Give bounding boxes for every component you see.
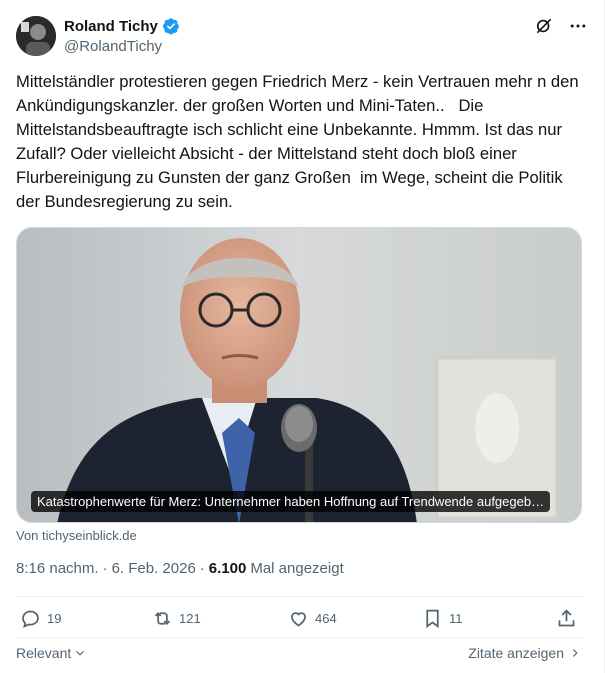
tweet-detail: Roland Tichy @RolandTichy Mittelständler… (0, 0, 605, 673)
more-icon[interactable] (568, 16, 588, 36)
author-name-row: Roland Tichy (64, 17, 180, 35)
view-label: Mal angezeigt (250, 560, 344, 577)
share-button[interactable] (556, 608, 577, 629)
share-icon (558, 609, 575, 627)
avatar[interactable] (16, 16, 56, 56)
link-card[interactable]: Katastrophenwerte für Merz: Unternehmer … (16, 227, 582, 523)
quotes-label: Zitate anzeigen (468, 645, 564, 661)
like-button[interactable]: 464 (288, 608, 337, 629)
grok-icon[interactable] (534, 16, 554, 36)
header-actions (534, 16, 588, 36)
card-image (17, 228, 581, 522)
bookmark-icon (426, 609, 439, 629)
author-name[interactable]: Roland Tichy (64, 18, 158, 35)
chevron-down-icon (76, 650, 85, 656)
bookmark-button[interactable]: 11 (422, 608, 463, 629)
card-source[interactable]: Von tichyseinblick.de (16, 528, 137, 543)
action-bar: 19 121 464 11 (16, 608, 582, 636)
view-quotes-link[interactable]: Zitate anzeigen (468, 645, 582, 661)
like-count: 464 (315, 611, 337, 626)
reply-count: 19 (47, 611, 62, 626)
meta-separator: · (199, 560, 205, 577)
chevron-right-icon (572, 649, 578, 657)
tweet-time[interactable]: 8:16 nachm. (16, 560, 99, 577)
meta-separator: · (102, 560, 108, 577)
verified-badge-icon[interactable] (162, 17, 180, 35)
divider (16, 637, 584, 638)
tweet-meta: 8:16 nachm. · 6. Feb. 2026 · 6.100 Mal a… (16, 560, 344, 577)
reply-button[interactable]: 19 (20, 608, 61, 629)
author-handle[interactable]: @RolandTichy (64, 38, 162, 55)
tweet-text: Mittelständler protestieren gegen Friedr… (16, 72, 583, 211)
repost-icon (154, 612, 171, 625)
card-headline: Katastrophenwerte für Merz: Unternehmer … (31, 491, 551, 512)
sort-dropdown[interactable]: Relevant (16, 645, 87, 661)
heart-icon (291, 612, 306, 627)
view-count: 6.100 (208, 560, 247, 577)
tweet-date[interactable]: 6. Feb. 2026 (112, 560, 196, 577)
reply-icon (22, 610, 39, 628)
divider (16, 596, 584, 597)
repost-button[interactable]: 121 (152, 608, 201, 629)
tweet-header: Roland Tichy @RolandTichy (16, 14, 588, 58)
sort-label: Relevant (16, 645, 72, 661)
repost-count: 121 (179, 611, 201, 626)
bookmark-count: 11 (449, 611, 463, 626)
